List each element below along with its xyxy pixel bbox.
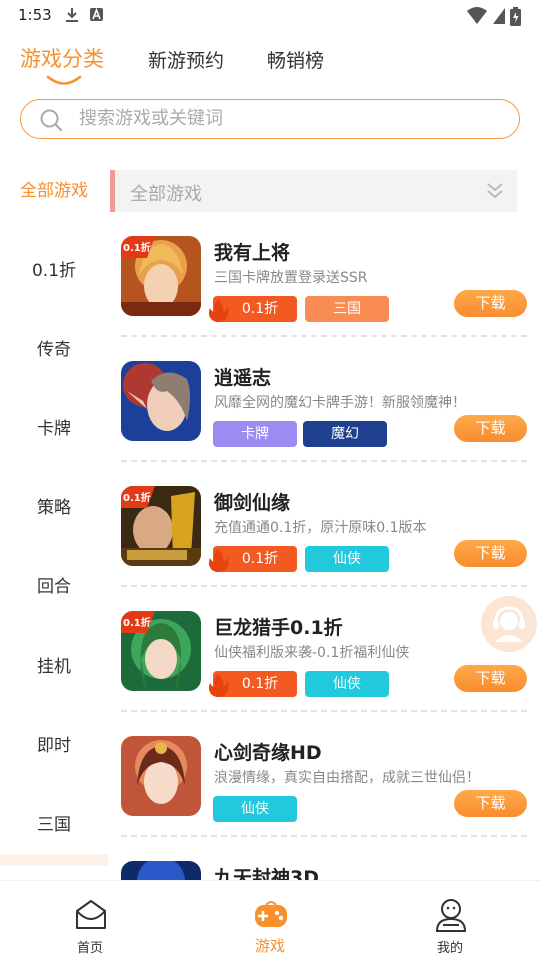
sidebar-item-card[interactable]: 卡牌 bbox=[0, 414, 108, 439]
game-tag: 仙侠 bbox=[213, 796, 297, 822]
active-tab-indicator bbox=[46, 75, 82, 85]
nav-home-label: 首页 bbox=[76, 941, 103, 956]
game-tag-label: 0.1折 bbox=[241, 551, 279, 567]
game-name: 御剑仙缘 bbox=[214, 492, 291, 514]
game-name: 逍遥志 bbox=[214, 367, 272, 389]
tab-bestsellers[interactable]: 畅销榜 bbox=[267, 46, 324, 73]
game-tag: 三国 bbox=[305, 296, 389, 322]
game-description: 充值通通0.1折，原汁原味0.1版本 bbox=[214, 520, 427, 536]
game-tag: 卡牌 bbox=[213, 421, 297, 447]
headset-icon bbox=[493, 606, 525, 642]
game-tag-label: 0.1折 bbox=[241, 301, 279, 317]
customer-service-button[interactable] bbox=[481, 596, 537, 652]
flame-icon bbox=[208, 299, 229, 322]
flame-icon bbox=[208, 674, 229, 697]
download-button[interactable]: 下载 bbox=[454, 540, 527, 567]
tab-game-categories[interactable]: 游戏分类 bbox=[20, 43, 104, 73]
nav-profile[interactable]: 我的 bbox=[400, 881, 500, 961]
discount-badge-text: 0.1折 bbox=[123, 493, 151, 504]
download-button[interactable]: 下载 bbox=[454, 415, 527, 442]
game-item[interactable]: 0.1折 御剑仙缘 充值通通0.1折，原汁原味0.1版本 0.1折 仙侠 下载 bbox=[110, 462, 540, 587]
sidebar-item-legend[interactable]: 传奇 bbox=[0, 335, 108, 360]
game-item[interactable]: 0.1折 我有上将 三国卡牌放置登录送SSR 0.1折 三国 下载 bbox=[110, 212, 540, 337]
game-list: 0.1折 我有上将 三国卡牌放置登录送SSR 0.1折 三国 下载 逍遥志 风靡… bbox=[110, 212, 540, 880]
sidebar-item-all-games[interactable]: 全部游戏 bbox=[0, 176, 108, 201]
sidebar-item-three-kingdoms[interactable]: 三国 bbox=[0, 810, 108, 835]
sidebar-item-realtime[interactable]: 即时 bbox=[0, 731, 108, 756]
flame-icon bbox=[208, 549, 229, 572]
battery-icon bbox=[510, 7, 521, 26]
game-icon-image bbox=[121, 361, 201, 441]
game-tag: 0.1折 bbox=[208, 296, 297, 322]
game-name: 心剑奇缘HD bbox=[214, 742, 322, 764]
app-notification-icon bbox=[90, 7, 103, 21]
game-item[interactable]: 心剑奇缘HD 浪漫情缘，真实自由搭配，成就三世仙侣！ 仙侠 下载 bbox=[110, 712, 540, 837]
home-icon bbox=[76, 900, 106, 929]
search-bar[interactable] bbox=[20, 99, 520, 139]
nav-games[interactable]: 游戏 bbox=[220, 881, 320, 961]
bottom-navigation: 首页 游戏 我的 bbox=[0, 880, 540, 961]
profile-icon bbox=[435, 899, 467, 932]
game-item[interactable]: 0.1折 巨龙猎手0.1折 仙侠福利版来袭-0.1折福利仙侠 0.1折 仙侠 下… bbox=[110, 587, 540, 712]
game-icon-image bbox=[121, 736, 201, 816]
game-name: 九天封神3D bbox=[214, 867, 319, 880]
game-icon-image bbox=[121, 861, 201, 880]
status-bar: 1:53 bbox=[0, 0, 540, 30]
game-tag: 0.1折 bbox=[208, 671, 297, 697]
game-icon-image: 0.1折 bbox=[121, 486, 201, 566]
status-time: 1:53 bbox=[18, 6, 52, 24]
game-tag: 0.1折 bbox=[208, 546, 297, 572]
category-header-accent bbox=[110, 170, 115, 212]
game-item[interactable]: 九天封神3D bbox=[110, 837, 540, 880]
game-description: 仙侠福利版来袭-0.1折福利仙侠 bbox=[214, 645, 410, 661]
nav-profile-label: 我的 bbox=[436, 941, 463, 956]
signal-icon bbox=[493, 8, 505, 24]
sidebar-overflow-indicator bbox=[0, 854, 108, 866]
game-icon-image: 0.1折 bbox=[121, 611, 201, 691]
game-tag: 仙侠 bbox=[305, 671, 389, 697]
tab-new-game-reservations[interactable]: 新游预约 bbox=[148, 46, 224, 73]
download-button[interactable]: 下载 bbox=[454, 665, 527, 692]
discount-badge-text: 0.1折 bbox=[123, 243, 151, 254]
download-button[interactable]: 下载 bbox=[454, 790, 527, 817]
sidebar-item-strategy[interactable]: 策略 bbox=[0, 493, 108, 518]
game-description: 风靡全网的魔幻卡牌手游！新服领魔神！ bbox=[214, 395, 466, 411]
top-tabs: 游戏分类 新游预约 畅销榜 bbox=[0, 38, 540, 88]
nav-home[interactable]: 首页 bbox=[40, 881, 140, 961]
search-icon bbox=[40, 109, 63, 132]
sidebar-item-discount[interactable]: 0.1折 bbox=[0, 256, 108, 281]
game-description: 浪漫情缘，真实自由搭配，成就三世仙侣！ bbox=[214, 770, 480, 786]
sidebar-item-idle[interactable]: 挂机 bbox=[0, 652, 108, 677]
game-description: 三国卡牌放置登录送SSR bbox=[214, 270, 368, 286]
game-icon-image: 0.1折 bbox=[121, 236, 201, 316]
gamepad-icon bbox=[255, 901, 287, 927]
game-tag-label: 0.1折 bbox=[241, 676, 279, 692]
category-header[interactable]: 全部游戏 bbox=[110, 170, 517, 212]
game-name: 我有上将 bbox=[214, 242, 291, 264]
discount-badge-text: 0.1折 bbox=[123, 618, 151, 629]
download-icon bbox=[66, 8, 78, 22]
double-chevron-down-icon[interactable] bbox=[485, 181, 505, 201]
nav-games-label: 游戏 bbox=[254, 937, 285, 955]
wifi-icon bbox=[467, 7, 487, 24]
search-input[interactable] bbox=[79, 100, 499, 137]
category-header-label: 全部游戏 bbox=[130, 184, 202, 205]
game-tag: 仙侠 bbox=[305, 546, 389, 572]
game-name: 巨龙猎手0.1折 bbox=[214, 617, 343, 639]
game-tag: 魔幻 bbox=[303, 421, 387, 447]
download-button[interactable]: 下载 bbox=[454, 290, 527, 317]
sidebar-item-turn-based[interactable]: 回合 bbox=[0, 572, 108, 597]
game-item[interactable]: 逍遥志 风靡全网的魔幻卡牌手游！新服领魔神！ 卡牌 魔幻 下载 bbox=[110, 337, 540, 462]
